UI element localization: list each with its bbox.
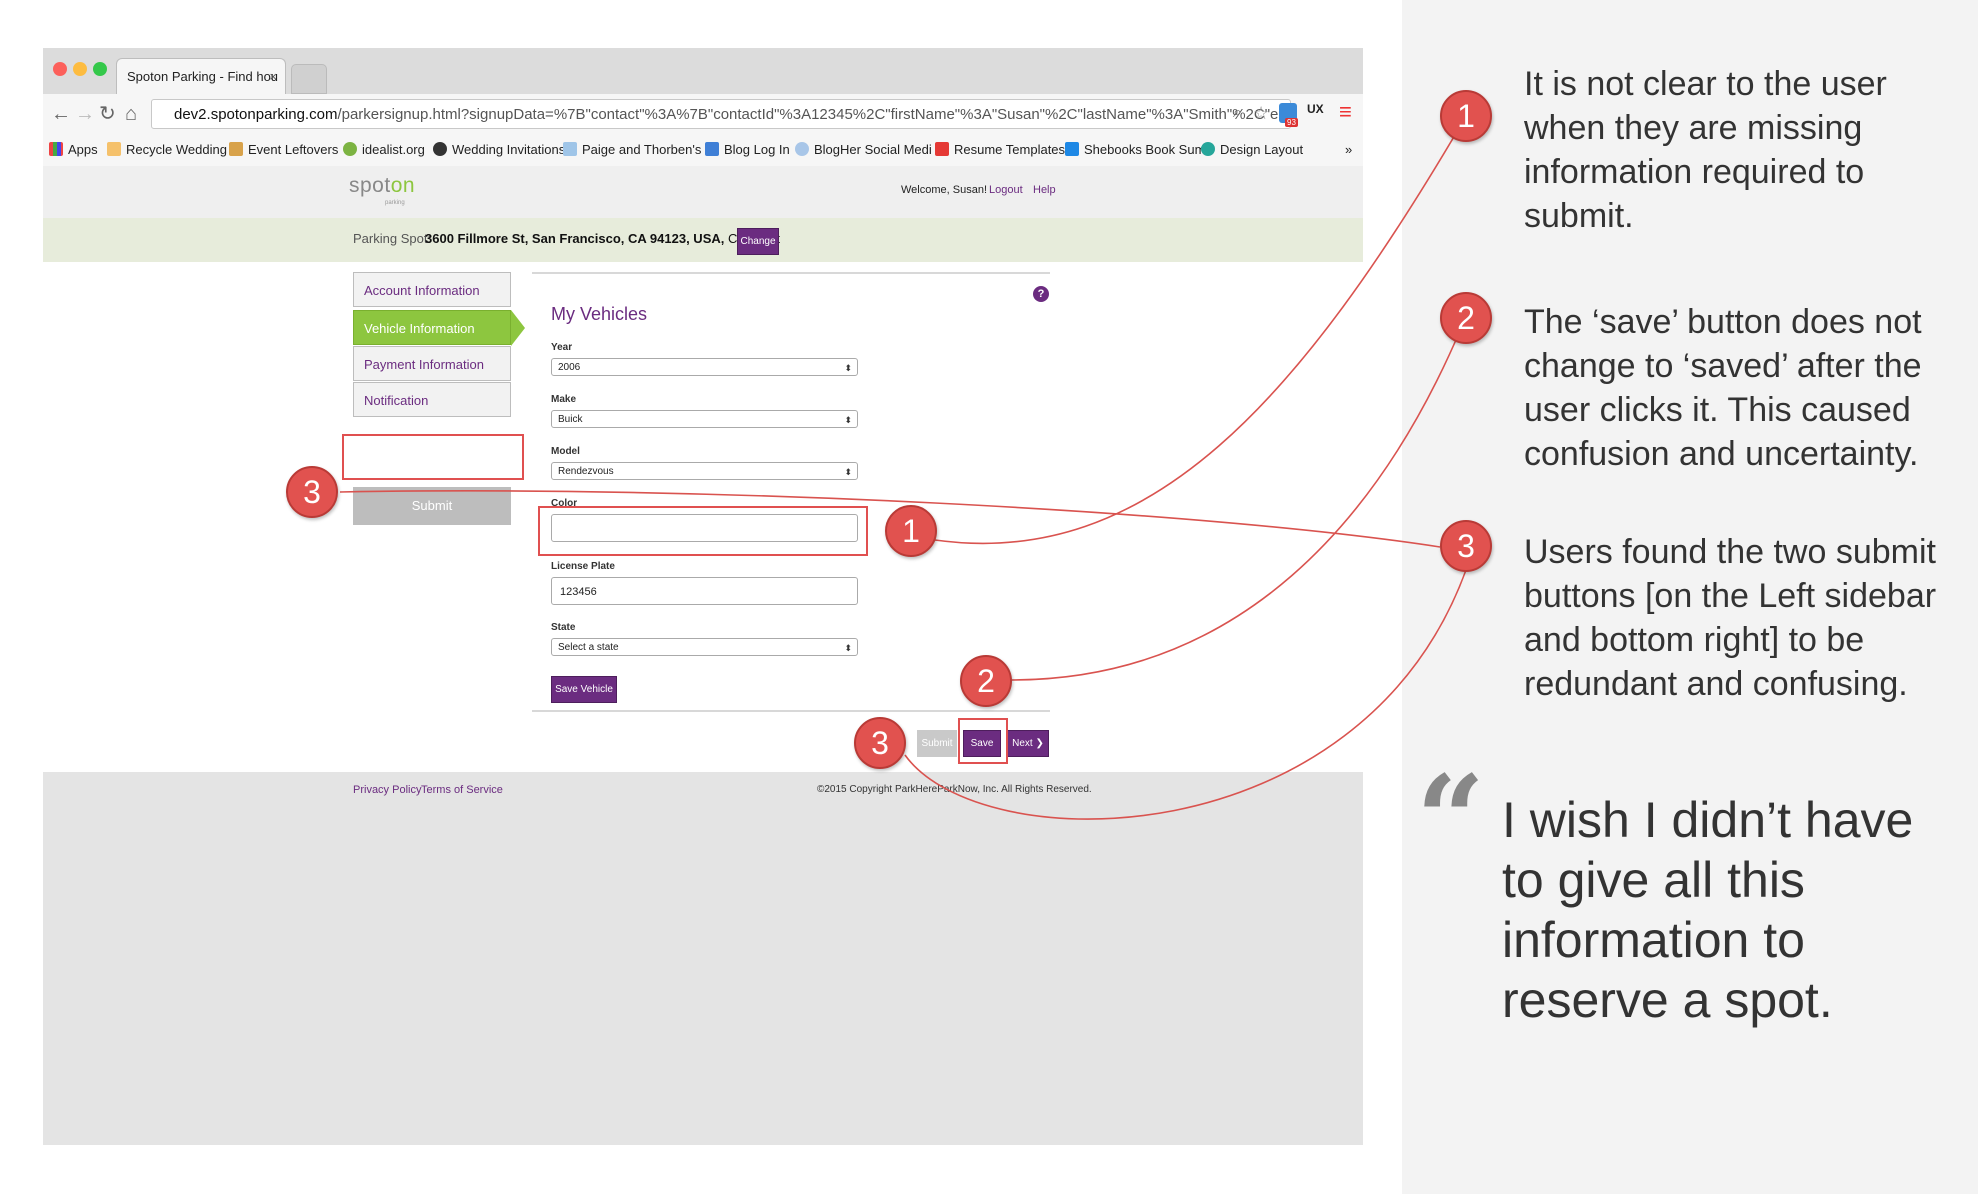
note-1-text: It is not clear to the user when they ar… <box>1524 65 1887 235</box>
note-3-text: Users found the two submit buttons [on t… <box>1524 533 1937 703</box>
note-2-text: The ‘save’ button does not change to ‘sa… <box>1524 303 1922 473</box>
annotation-badge-3-bottom: 3 <box>854 717 906 769</box>
quote-mark-icon: “ <box>1416 749 1486 890</box>
note-badge-3: 3 <box>1440 520 1492 572</box>
highlight-sidebar-submit <box>342 434 524 480</box>
note-badge-2: 2 <box>1440 292 1492 344</box>
note-badge-1: 1 <box>1440 90 1492 142</box>
connector-1 <box>934 117 1466 545</box>
connector-2 <box>1010 325 1463 681</box>
user-quote: I wish I didn’t have to give all this in… <box>1502 792 1914 1028</box>
annotation-badge-3-left: 3 <box>286 466 338 518</box>
annotation-badge-1: 1 <box>885 505 937 557</box>
highlight-save-button <box>958 718 1008 764</box>
annotation-badge-2: 2 <box>960 655 1012 707</box>
highlight-color-field <box>538 506 868 556</box>
